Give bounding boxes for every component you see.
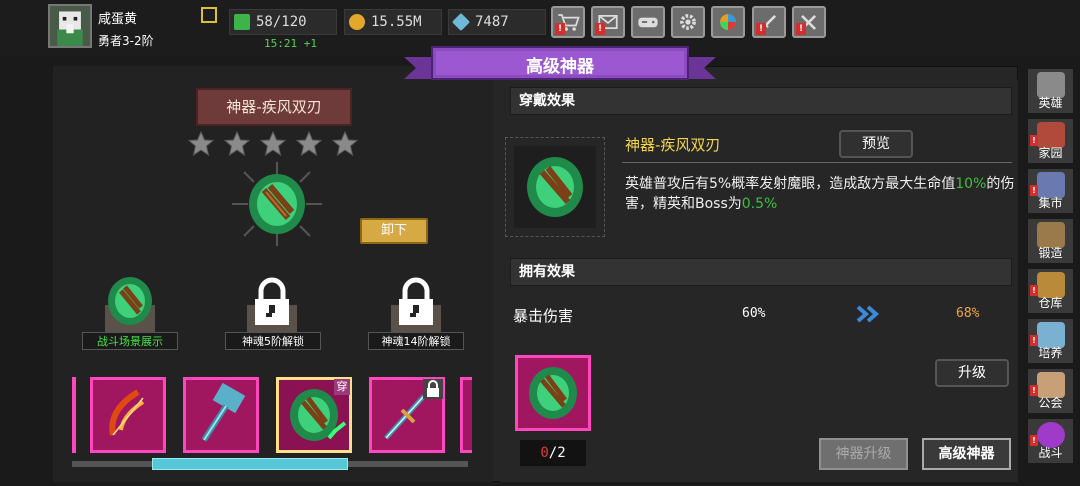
sidenav-item-1[interactable]: ! 家园 xyxy=(1027,118,1074,164)
stamina-timer: 15:21 +1 xyxy=(264,37,317,50)
gold-coin-icon xyxy=(349,14,365,30)
sidenav-label: 培养 xyxy=(1038,346,1063,360)
wind-blades-icon xyxy=(527,157,583,217)
material-need: /2 xyxy=(548,445,566,461)
material-have: 0 xyxy=(540,445,549,461)
equipped-badge: 穿 xyxy=(334,379,350,395)
desc-value-1: 10% xyxy=(955,176,987,192)
wind-blades-icon xyxy=(529,367,577,419)
card-scrollbar-thumb[interactable] xyxy=(152,458,348,470)
desc-value-2: 0.5% xyxy=(741,196,778,212)
settings-button[interactable] xyxy=(671,6,705,38)
gamepad-icon xyxy=(638,17,658,28)
advanced-artifact-button[interactable]: 高级神器 xyxy=(922,438,1011,470)
artifact-name: 神器-疾风双刃 xyxy=(625,136,721,154)
double-arrow-icon xyxy=(856,305,880,323)
wheel-button[interactable] xyxy=(711,6,745,38)
player-name: 咸蛋黄 xyxy=(98,12,138,27)
sword-button[interactable]: ! xyxy=(752,6,786,38)
lightning-icon xyxy=(234,14,250,30)
sidenav-item-5[interactable]: ! 培养 xyxy=(1027,318,1074,364)
upgrade-button[interactable]: 升级 xyxy=(935,359,1009,387)
upgrade-material-card[interactable] xyxy=(515,355,591,431)
preview-button[interactable]: 预览 xyxy=(839,130,913,158)
sidenav-item-0[interactable]: 英雄 xyxy=(1027,68,1074,114)
desc-text-1: 英雄普攻后有5%概率发射魔眼，造成敌方最大生命值 xyxy=(625,176,956,192)
alert-icon: ! xyxy=(756,23,766,35)
owned-effect-header: 拥有效果 xyxy=(510,258,1012,286)
star-icon xyxy=(188,131,214,157)
gamepad-button[interactable] xyxy=(631,6,665,38)
sidenav-label: 集市 xyxy=(1038,196,1063,210)
unload-button[interactable]: 卸下 xyxy=(360,218,428,244)
player-avatar[interactable] xyxy=(48,4,92,48)
stat-next-value: 68% xyxy=(956,306,980,321)
shop-button[interactable]: ! xyxy=(551,6,585,38)
artifact-card-wind-blades[interactable]: 穿 xyxy=(276,377,352,453)
color-wheel-icon xyxy=(720,14,736,30)
mail-button[interactable]: ! xyxy=(591,6,625,38)
slot-battle-display[interactable]: 战斗场景展示 xyxy=(82,332,178,350)
artifact-card-frost-hammer[interactable] xyxy=(183,377,259,453)
artifact-card-crystal-staff[interactable] xyxy=(369,377,445,453)
arena-button[interactable]: ! xyxy=(792,6,826,38)
sidenav-label: 家园 xyxy=(1038,146,1063,160)
alert-icon: ! xyxy=(595,23,605,35)
stat-current-value: 60% xyxy=(742,306,766,321)
lock-icon xyxy=(391,277,441,333)
card-edge-right xyxy=(460,377,472,453)
divider xyxy=(622,162,1012,163)
card-edge-left xyxy=(72,377,76,453)
fire-bow-icon xyxy=(109,389,145,436)
alert-icon: ! xyxy=(796,23,806,35)
artifact-upgrade-button[interactable]: 神器升级 xyxy=(819,438,908,470)
gem-value: 7487 xyxy=(475,14,509,30)
star-icon xyxy=(260,131,286,157)
slot-locked-5[interactable]: 神魂5阶解锁 xyxy=(225,332,321,350)
artifact-card-fire-bow[interactable] xyxy=(90,377,166,453)
artifact-slot-icon xyxy=(105,277,155,333)
sidenav-label: 锻造 xyxy=(1038,246,1063,260)
sidenav-label: 仓库 xyxy=(1038,296,1063,310)
sidenav-label: 战斗 xyxy=(1038,446,1063,460)
sidenav-item-7[interactable]: ! 战斗 xyxy=(1027,418,1074,464)
sidenav-label: 英雄 xyxy=(1038,96,1063,110)
stamina-value: 58/120 xyxy=(256,14,307,30)
artifact-description: 英雄普攻后有5%概率发射魔眼，造成敌方最大生命值10%的伤害，精英和Boss为0… xyxy=(625,174,1017,214)
sidenav-label: 公会 xyxy=(1038,396,1063,410)
gem-display: 7487 xyxy=(448,9,546,35)
slot-locked-14[interactable]: 神魂14阶解锁 xyxy=(368,332,464,350)
material-count: 0/2 xyxy=(520,440,586,466)
edit-icon[interactable] xyxy=(201,7,217,23)
sidenav-item-6[interactable]: ! 公会 xyxy=(1027,368,1074,414)
small-lock-icon xyxy=(423,379,443,399)
settings-gear-icon xyxy=(680,14,696,30)
frost-hammer-icon xyxy=(201,382,246,442)
wear-effect-header: 穿戴效果 xyxy=(510,87,1012,115)
page-title: 高级神器 xyxy=(526,57,594,77)
gem-icon xyxy=(451,12,471,32)
star-icon xyxy=(296,131,322,157)
sidenav-item-4[interactable]: ! 仓库 xyxy=(1027,268,1074,314)
artifact-portrait xyxy=(514,146,596,228)
player-rank: 勇者3-2阶 xyxy=(98,34,154,48)
lock-icon xyxy=(247,277,297,333)
artifact-name-plate: 神器-疾风双刃 xyxy=(196,88,352,126)
artifact-display-icon xyxy=(232,162,322,246)
stat-name: 暴击伤害 xyxy=(513,307,574,325)
alert-icon: ! xyxy=(555,23,565,35)
sidenav-item-2[interactable]: ! 集市 xyxy=(1027,168,1074,214)
star-icon xyxy=(332,131,358,157)
sidenav-item-3[interactable]: 锻造 xyxy=(1027,218,1074,264)
stamina-display: 58/120 xyxy=(229,9,337,35)
gold-value: 15.55M xyxy=(371,14,422,30)
gold-display: 15.55M xyxy=(344,9,442,35)
star-icon xyxy=(224,131,250,157)
